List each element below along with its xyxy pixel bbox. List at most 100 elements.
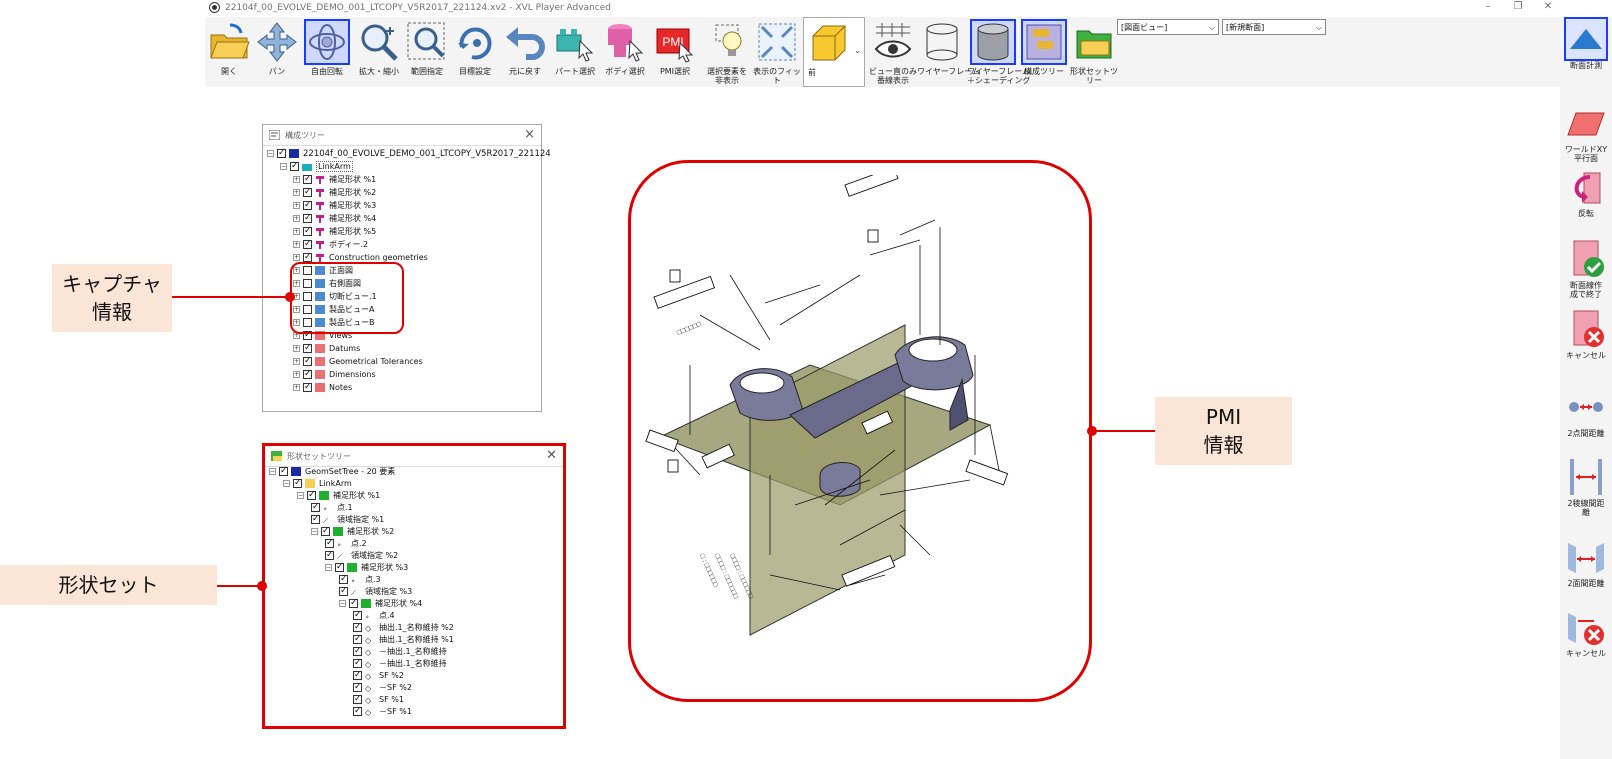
visibility-checkbox[interactable] — [353, 657, 362, 669]
view-direction-dropdown[interactable]: ⌄ 前 — [803, 17, 865, 87]
visibility-checkbox[interactable] — [303, 212, 312, 225]
range-select-button[interactable]: 範囲指定 — [403, 17, 451, 87]
expand-icon[interactable]: + — [293, 358, 300, 365]
visibility-checkbox[interactable] — [321, 525, 330, 537]
target-set-button[interactable]: 目標設定 — [451, 17, 499, 87]
cancel-section-button[interactable]: キャンセル — [1560, 309, 1612, 377]
visibility-checkbox[interactable] — [303, 199, 312, 212]
visibility-checkbox[interactable] — [303, 186, 312, 199]
restore-icon[interactable]: ❐ — [1508, 1, 1528, 12]
visibility-checkbox[interactable] — [353, 609, 362, 621]
tree-row[interactable]: ◇ 抽出.1_名称維持 %1 — [353, 633, 454, 646]
structure-tree-button[interactable]: 構成ツリー — [1019, 17, 1069, 87]
geomset-tree-button[interactable]: 形状セットツ リー — [1069, 17, 1119, 87]
expand-icon[interactable]: + — [293, 384, 300, 391]
visibility-checkbox[interactable] — [303, 238, 312, 251]
expand-icon[interactable]: + — [293, 228, 300, 235]
tree-row[interactable]: + Datums — [293, 342, 360, 355]
3d-model-viewport[interactable]: □□□□□□ □ : □□□□□□ □□□□ : □□□□□□ □□□□ : □… — [640, 175, 1080, 675]
flip-button[interactable]: 反転 — [1560, 167, 1612, 235]
visibility-checkbox[interactable] — [307, 489, 316, 501]
edge-distance-button[interactable]: 2稜線間距 離 — [1560, 457, 1612, 525]
tree-row[interactable]: ◇ －抽出.1_名称維持 — [353, 657, 447, 670]
visibility-checkbox[interactable] — [335, 561, 344, 573]
visibility-checkbox[interactable] — [353, 633, 362, 645]
collapse-icon[interactable]: − — [269, 468, 276, 475]
expand-icon[interactable]: + — [293, 345, 300, 352]
tree-row[interactable]: − LinkArm — [280, 160, 353, 173]
visibility-checkbox[interactable] — [353, 705, 362, 717]
collapse-icon[interactable]: − — [283, 480, 290, 487]
drawing-view-select[interactable]: [図面ビュー] ⌵ — [1117, 19, 1219, 35]
tree-row[interactable]: − 補足形状 %1 — [297, 489, 380, 502]
open-button[interactable]: 開く — [205, 17, 253, 87]
tree-row[interactable]: − GeomSetTree - 20 要素 — [269, 465, 395, 478]
expand-icon[interactable]: + — [293, 215, 300, 222]
expand-icon[interactable]: + — [293, 202, 300, 209]
tree-row[interactable]: + 補足形状 %2 — [293, 186, 376, 199]
collapse-icon[interactable]: − — [267, 150, 274, 157]
collapse-icon[interactable]: − — [297, 492, 304, 499]
expand-icon[interactable]: + — [293, 371, 300, 378]
visibility-checkbox[interactable] — [303, 225, 312, 238]
tree-row[interactable]: ◇ －SF %2 — [353, 681, 412, 694]
collapse-icon[interactable]: − — [325, 564, 332, 571]
tree-row[interactable]: + 補足形状 %5 — [293, 225, 376, 238]
visibility-checkbox[interactable] — [353, 669, 362, 681]
pan-button[interactable]: パン — [253, 17, 301, 87]
body-select-button[interactable]: ボディ選択 — [601, 17, 649, 87]
visibility-checkbox[interactable] — [303, 368, 312, 381]
visibility-checkbox[interactable] — [293, 477, 302, 489]
tree-row[interactable]: + 補足形状 %3 — [293, 199, 376, 212]
visibility-checkbox[interactable] — [303, 342, 312, 355]
visibility-checkbox[interactable] — [311, 513, 320, 525]
tree-row[interactable]: + 補足形状 %1 — [293, 173, 376, 186]
visibility-checkbox[interactable] — [303, 355, 312, 368]
expand-icon[interactable]: + — [293, 176, 300, 183]
visibility-checkbox[interactable] — [339, 573, 348, 585]
visibility-checkbox[interactable] — [349, 597, 358, 609]
visibility-checkbox[interactable] — [303, 173, 312, 186]
collapse-icon[interactable]: − — [339, 600, 346, 607]
close-icon[interactable]: × — [524, 127, 535, 142]
minimize-icon[interactable]: – — [1478, 1, 1498, 12]
visibility-checkbox[interactable] — [353, 693, 362, 705]
hide-selected-button[interactable]: 選択要素を 非表示 — [701, 17, 753, 87]
tree-row[interactable]: ◇ 抽出.1_名称維持 %2 — [353, 621, 454, 634]
expand-icon[interactable]: + — [293, 254, 300, 261]
section-measure-button[interactable]: 断面計測 — [1560, 17, 1612, 87]
wireframe-button[interactable]: ワイヤーフレーム — [917, 17, 980, 87]
undo-view-button[interactable]: 元に戻す — [501, 17, 549, 87]
zoom-button[interactable]: 拡大・縮小 — [355, 17, 403, 87]
expand-icon[interactable]: + — [293, 241, 300, 248]
free-rotate-button[interactable]: 自由回転 — [303, 17, 351, 87]
visibility-checkbox[interactable] — [311, 501, 320, 513]
collapse-icon[interactable]: − — [311, 528, 318, 535]
part-select-button[interactable]: パート選択 — [551, 17, 599, 87]
tree-row[interactable]: ◇ －SF %1 — [353, 705, 412, 718]
collapse-icon[interactable]: − — [280, 163, 287, 170]
plane-distance-button[interactable]: 2面間距離 — [1560, 537, 1612, 597]
tree-row[interactable]: + Notes — [293, 381, 352, 394]
tree-row[interactable]: ◇ －抽出.1_名称維持 — [353, 645, 447, 658]
tree-row[interactable]: − 補足形状 %2 — [311, 525, 394, 538]
visibility-checkbox[interactable] — [339, 585, 348, 597]
wire-shading-button[interactable]: ワイヤーフレーム ＋シェーディング — [967, 17, 1030, 87]
pmi-select-button[interactable]: PMI PMI選択 — [651, 17, 699, 87]
visibility-checkbox[interactable] — [290, 160, 299, 173]
world-xy-plane-button[interactable]: ワールドXY 平行面 — [1560, 103, 1612, 171]
visibility-checkbox[interactable] — [325, 549, 334, 561]
visibility-checkbox[interactable] — [303, 381, 312, 394]
cancel-measure-button[interactable]: キャンセル — [1560, 607, 1612, 675]
visibility-checkbox[interactable] — [353, 621, 362, 633]
tree-row[interactable]: − 補足形状 %4 — [339, 597, 422, 610]
tree-row[interactable]: − 補足形状 %3 — [325, 561, 408, 574]
tree-row[interactable]: + 補足形状 %4 — [293, 212, 376, 225]
tree-row[interactable]: − 22104f_00_EVOLVE_DEMO_001_LTCOPY_V5R201… — [267, 147, 551, 160]
tree-row[interactable]: + Dimensions — [293, 368, 376, 381]
expand-icon[interactable]: + — [293, 189, 300, 196]
section-select[interactable]: [新規断面] ⌵ — [1222, 19, 1326, 35]
tree-row[interactable]: − LinkArm — [283, 477, 352, 490]
visibility-checkbox[interactable] — [279, 465, 288, 477]
visibility-checkbox[interactable] — [353, 681, 362, 693]
